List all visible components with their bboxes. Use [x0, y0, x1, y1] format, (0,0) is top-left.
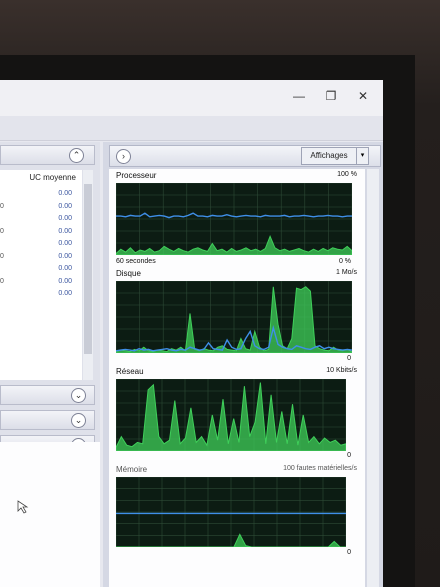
graph-title: Processeur [116, 171, 157, 180]
cpu-value: 0.00 [58, 240, 72, 247]
scrollbar-thumb[interactable] [84, 184, 92, 354]
cpu-value: 0.00 [58, 278, 72, 285]
graph-title: Réseau [116, 367, 144, 376]
graph-title: Mémoire [116, 465, 148, 474]
views-dropdown-arrow-icon[interactable]: ▾ [356, 147, 369, 165]
graphs-scrollbar[interactable] [367, 169, 379, 587]
vertical-scrollbar[interactable] [83, 170, 93, 380]
graph-scale-min: 0 [347, 452, 351, 459]
left-pane: ⌃ UC moyenne 0.00 0.00 0.00 0.00 0.00 0.… [0, 142, 100, 587]
memory-graph [116, 477, 346, 547]
graph-time-label: 60 secondes [116, 258, 156, 265]
collapse-icon[interactable]: ⌃ [69, 148, 84, 163]
close-button[interactable]: ✕ [352, 88, 374, 104]
cpu-value: 0.00 [58, 253, 72, 260]
expand-panel-icon[interactable]: › [116, 149, 131, 164]
network-graph [116, 379, 346, 451]
mouse-cursor-icon [17, 500, 29, 514]
graph-scale-max: 100 % [337, 171, 357, 178]
toolbar [0, 116, 383, 141]
graphs-header: › Affichages ▾ [109, 145, 381, 167]
empty-area [0, 442, 100, 587]
graph-scale-min: 0 % [338, 258, 351, 265]
right-pane: › Affichages ▾ Processeur 100 % 60 secon… [103, 142, 383, 587]
graphs-panel: Processeur 100 % 60 secondes 0 % Disque … [109, 169, 365, 587]
row-edge-digit: 0 [0, 203, 4, 210]
graph-scale-max: 1 Mo/s [335, 269, 357, 276]
cpu-value: 0.00 [58, 228, 72, 235]
resource-monitor-window: — ❐ ✕ ⌃ UC moyenne 0.00 0.00 0.00 0.00 0… [0, 80, 383, 587]
graph-title: Disque [116, 269, 141, 278]
graph-scale-min: 0 [347, 549, 351, 556]
cpu-value: 0.00 [58, 203, 72, 210]
cpu-value: 0.00 [58, 215, 72, 222]
cpu-value: 0.00 [58, 190, 72, 197]
column-header-cpu-average[interactable]: UC moyenne [20, 173, 76, 182]
graph-scale-max: 10 Kbits/s [326, 367, 357, 374]
title-bar: — ❐ ✕ [0, 80, 383, 116]
restore-button[interactable]: ❐ [320, 88, 342, 104]
minimize-button[interactable]: — [288, 88, 310, 104]
expand-icon[interactable]: ⌄ [71, 388, 86, 403]
monitor-frame: — ❐ ✕ ⌃ UC moyenne 0.00 0.00 0.00 0.00 0… [0, 0, 440, 587]
cpu-value: 0.00 [58, 265, 72, 272]
disk-section-header[interactable]: ⌄ [0, 385, 95, 405]
row-edge-digit: 0 [0, 278, 4, 285]
views-button[interactable]: Affichages [301, 147, 357, 165]
cpu-value: 0.00 [58, 290, 72, 297]
row-edge-digit: 0 [0, 253, 4, 260]
graph-scale-max: 100 fautes matérielles/s [283, 465, 357, 472]
row-edge-digit: 0 [0, 228, 4, 235]
cpu-graph [116, 183, 352, 255]
expand-icon[interactable]: ⌄ [71, 413, 86, 428]
graph-scale-min: 0 [347, 355, 351, 362]
network-section-header[interactable]: ⌄ [0, 410, 95, 430]
cpu-section-header[interactable]: ⌃ [0, 145, 95, 165]
disk-graph [116, 281, 352, 353]
cpu-process-list[interactable]: UC moyenne 0.00 0.00 0.00 0.00 0.00 0.00… [0, 170, 82, 380]
